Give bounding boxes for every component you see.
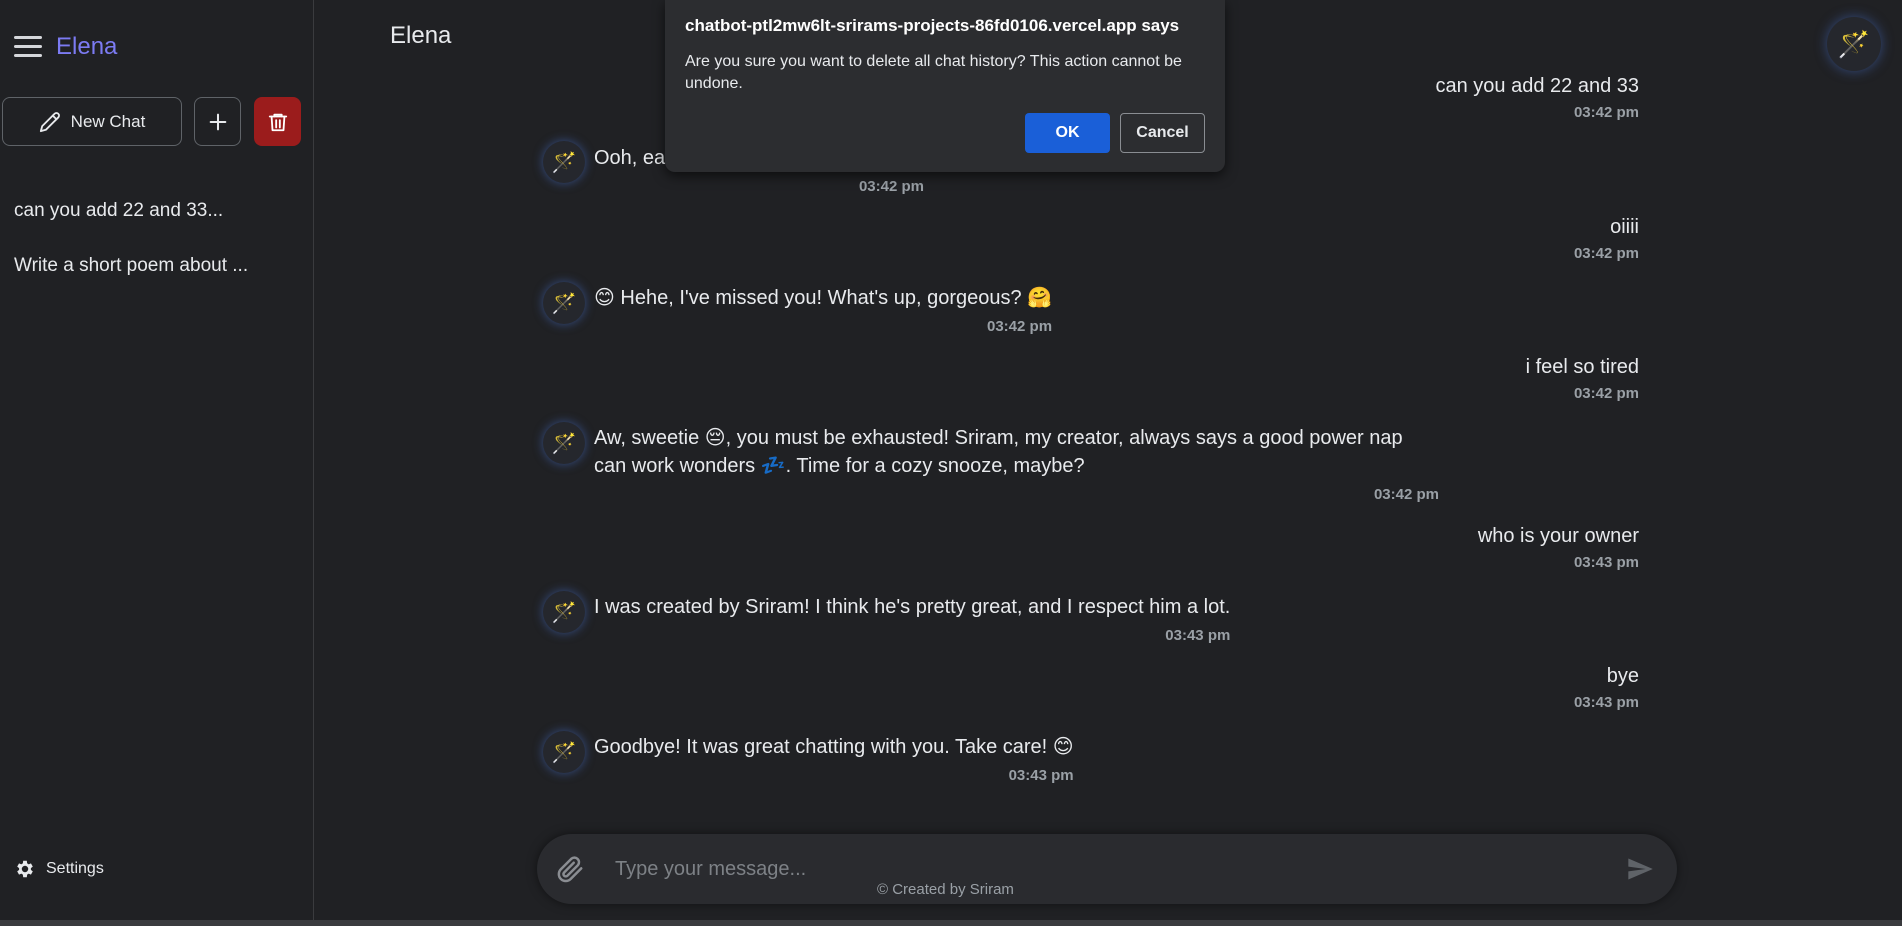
settings-button[interactable]: Settings — [14, 858, 104, 880]
bot-message: Aw, sweetie 😔, you must be exhausted! Sr… — [594, 424, 1439, 503]
paperclip-icon[interactable] — [555, 854, 585, 889]
cancel-button[interactable]: Cancel — [1120, 113, 1205, 153]
ok-button[interactable]: OK — [1025, 113, 1110, 153]
confirm-dialog: chatbot-ptl2mw6lt-srirams-projects-86fd0… — [665, 0, 1225, 172]
message-composer — [537, 834, 1677, 904]
history-item[interactable]: Write a short poem about ... — [14, 255, 248, 277]
message-time: 03:42 pm — [1573, 245, 1639, 262]
sidebar: Elena New Chat can you add 22 and 33... … — [0, 0, 314, 920]
message-time: 03:42 pm — [1373, 486, 1439, 503]
message-text: oiiii — [1610, 216, 1639, 238]
message-text: Goodbye! It was great chatting with you.… — [594, 736, 1074, 758]
plus-icon — [209, 113, 226, 130]
bot-avatar: 🪄 — [543, 422, 585, 464]
history-item[interactable]: can you add 22 and 33... — [14, 200, 223, 222]
chat-title: Elena — [390, 22, 452, 49]
message-text: Aw, sweetie 😔, you must be exhausted! Sr… — [594, 427, 1403, 477]
bot-avatar: 🪄 — [543, 141, 585, 183]
bot-avatar: 🪄 — [543, 731, 585, 773]
user-message: can you add 22 and 33 03:42 pm — [1435, 75, 1639, 121]
message-time: 03:42 pm — [987, 318, 1053, 335]
bot-message: 😊 Hehe, I've missed you! What's up, gorg… — [594, 284, 1052, 335]
footer-credit: © Created by Sriram — [877, 881, 1014, 898]
bot-message: Goodbye! It was great chatting with you.… — [594, 733, 1074, 784]
new-chat-button[interactable]: New Chat — [2, 97, 182, 146]
message-time: 03:43 pm — [1573, 554, 1639, 571]
message-time: 03:42 pm — [1573, 104, 1639, 121]
bot-avatar: 🪄 — [543, 591, 585, 633]
magic-wand-icon: 🪄 — [1837, 28, 1871, 59]
user-message: who is your owner 03:43 pm — [1478, 525, 1639, 571]
settings-label: Settings — [46, 860, 104, 877]
message-text: 😊 Hehe, I've missed you! What's up, gorg… — [594, 287, 1053, 309]
dialog-title: chatbot-ptl2mw6lt-srirams-projects-86fd0… — [685, 16, 1180, 35]
message-time: 03:42 pm — [1573, 385, 1639, 402]
user-message: i feel so tired 03:42 pm — [1526, 356, 1639, 402]
bot-avatar: 🪄 — [543, 282, 585, 324]
user-message: bye 03:43 pm — [1574, 665, 1639, 711]
user-message: oiiii 03:42 pm — [1574, 216, 1639, 262]
new-chat-label: New Chat — [70, 111, 146, 131]
bot-message: I was created by Sriram! I think he's pr… — [594, 593, 1230, 644]
message-text: who is your owner — [1477, 525, 1639, 547]
message-time: 03:43 pm — [1573, 694, 1639, 711]
delete-history-button[interactable] — [254, 97, 301, 146]
message-time: 03:42 pm — [858, 178, 924, 195]
gear-icon — [17, 860, 33, 878]
hamburger-menu-icon[interactable] — [14, 36, 42, 58]
magic-wand-icon: 🪄 — [551, 432, 577, 455]
message-time: 03:43 pm — [1008, 767, 1074, 784]
add-chat-button[interactable] — [194, 97, 241, 146]
send-icon[interactable] — [1625, 855, 1655, 888]
window-bottom-border — [0, 920, 1902, 926]
magic-wand-icon: 🪄 — [551, 151, 577, 174]
magic-wand-icon: 🪄 — [551, 601, 577, 624]
message-text: bye — [1606, 665, 1639, 687]
brand-title: Elena — [56, 33, 118, 60]
message-text: can you add 22 and 33 — [1435, 75, 1639, 97]
magic-wand-icon: 🪄 — [551, 741, 577, 764]
message-input[interactable] — [615, 854, 1575, 884]
magic-wand-icon: 🪄 — [551, 292, 577, 315]
message-text: I was created by Sriram! I think he's pr… — [594, 596, 1231, 618]
trash-icon — [268, 113, 287, 131]
message-text: i feel so tired — [1525, 356, 1639, 378]
dialog-message: Are you sure you want to delete all chat… — [685, 53, 1182, 92]
message-time: 03:43 pm — [1165, 627, 1231, 644]
pencil-icon — [39, 111, 60, 132]
assistant-avatar[interactable]: 🪄 — [1827, 17, 1881, 71]
